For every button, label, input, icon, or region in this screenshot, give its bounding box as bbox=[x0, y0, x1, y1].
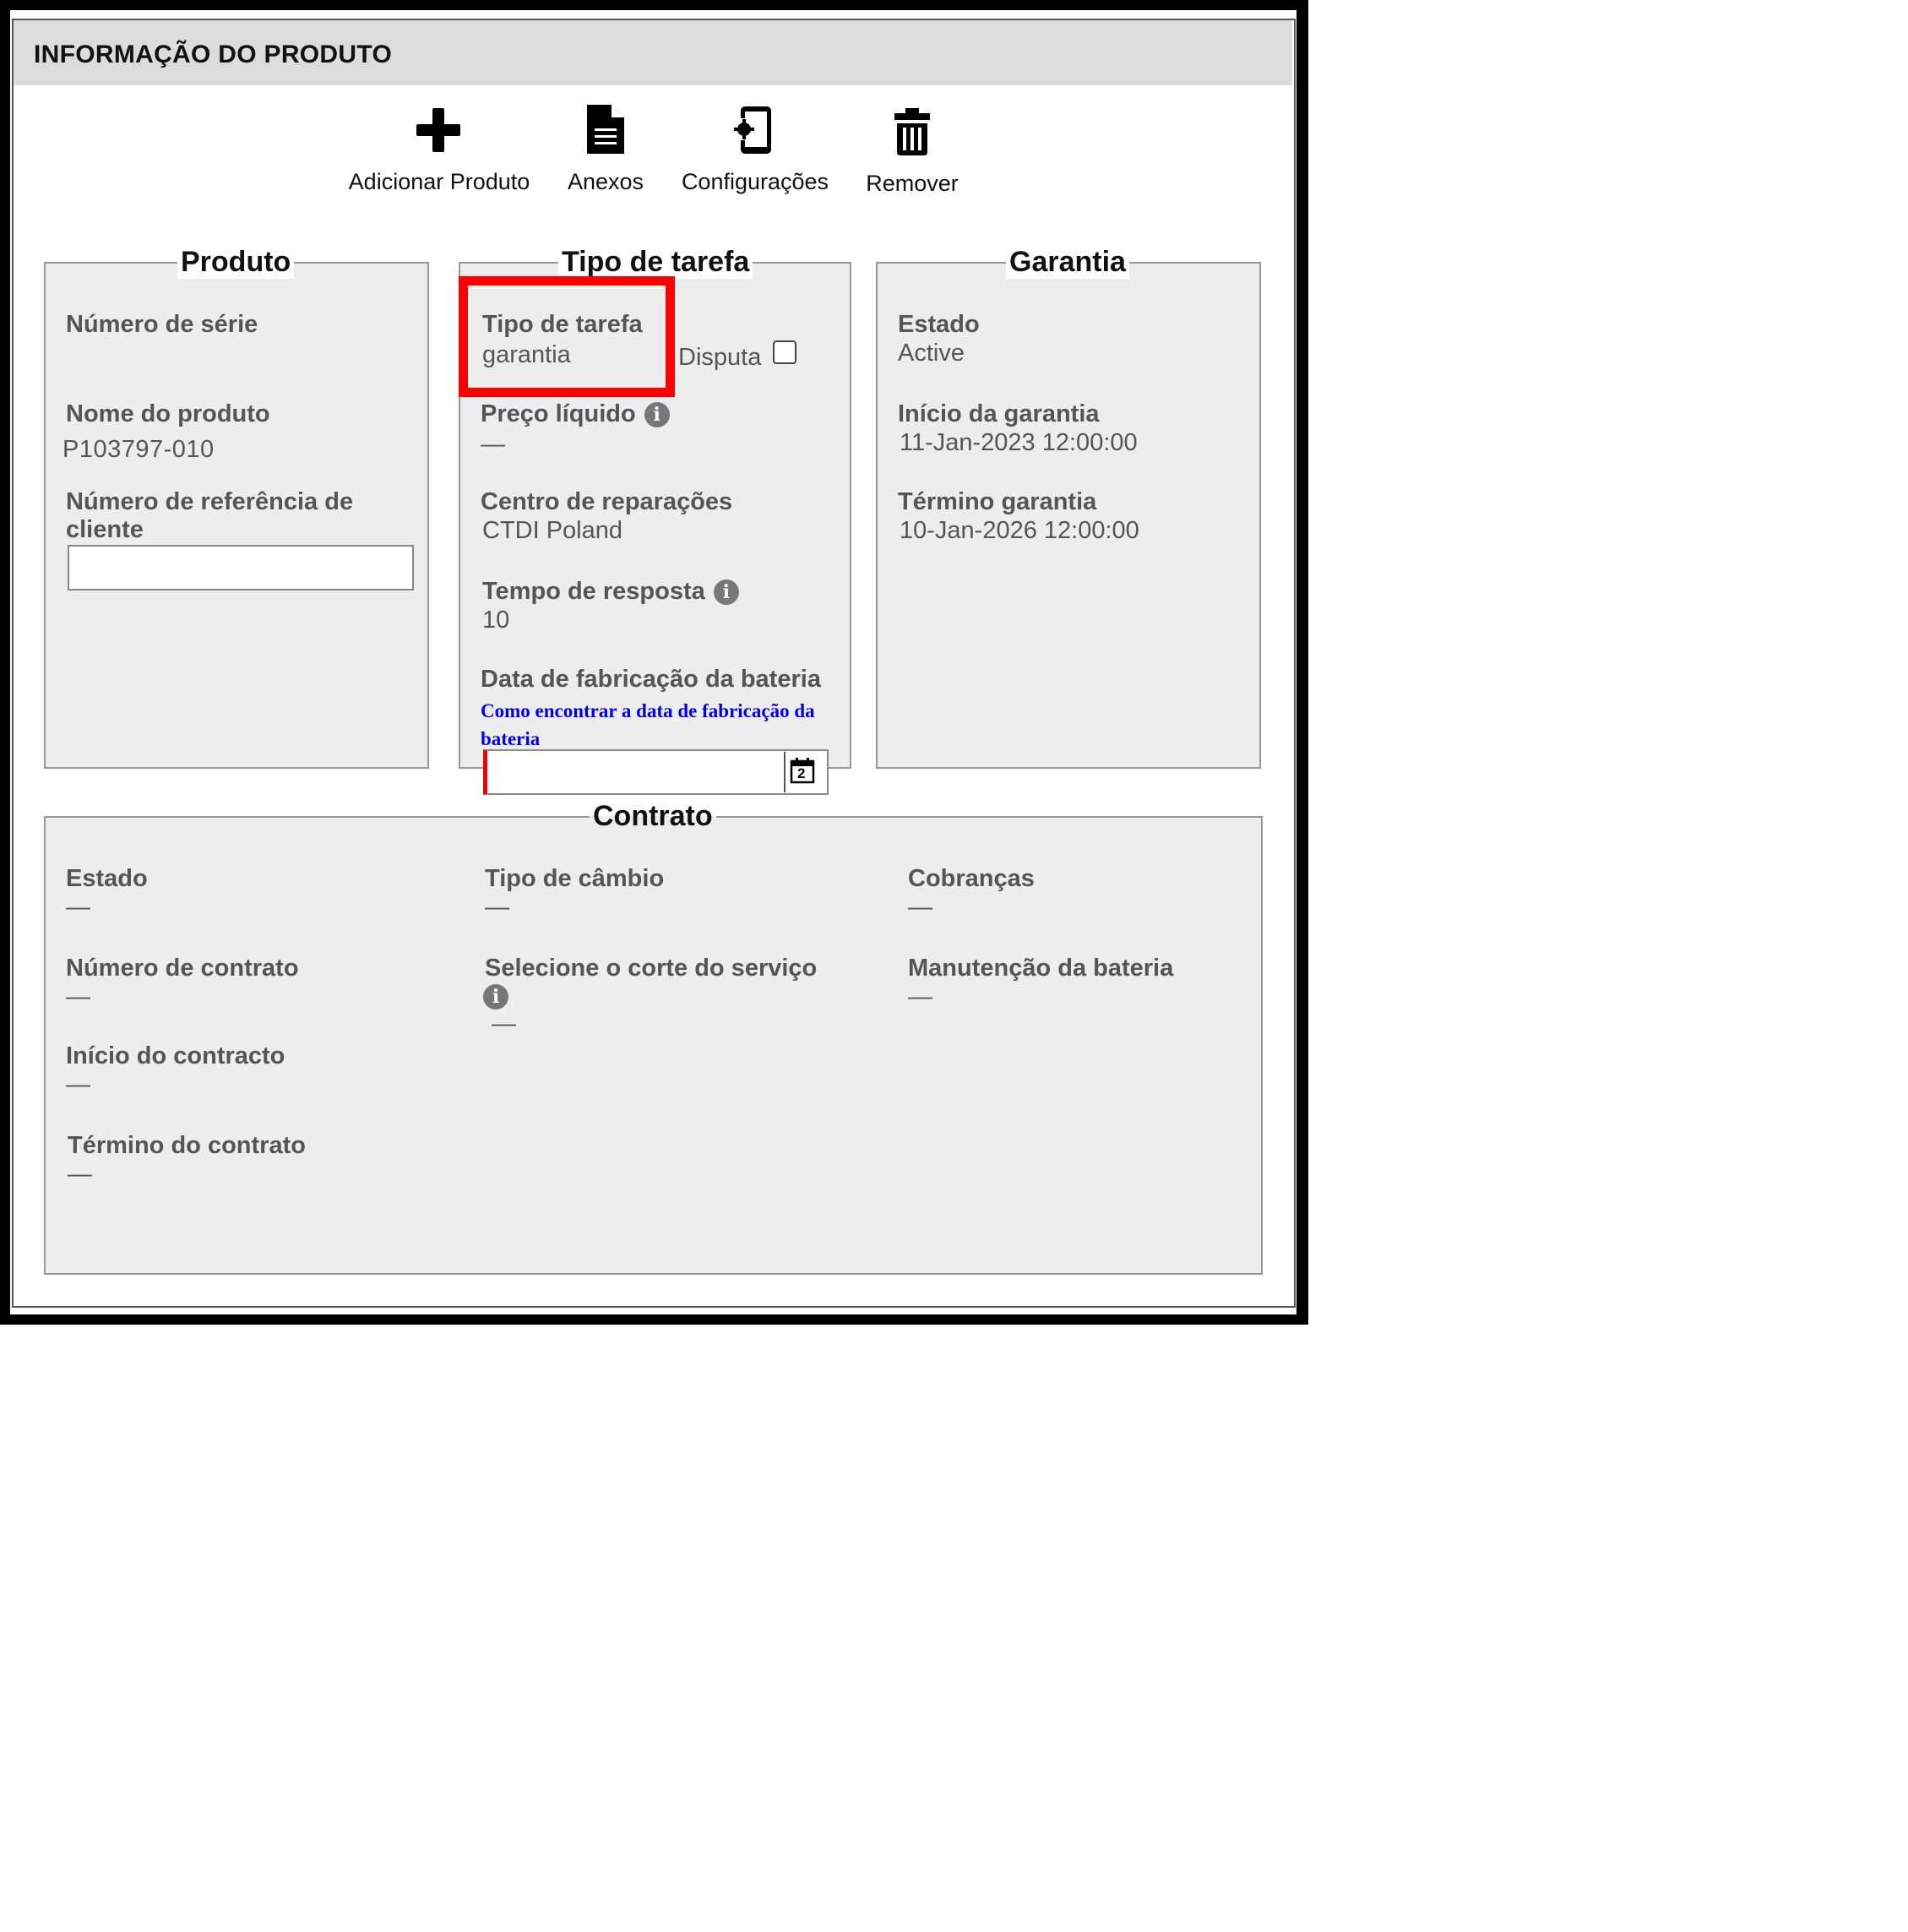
warranty-start-label: Início da garantia bbox=[898, 400, 1100, 427]
remove-label: Remover bbox=[866, 171, 959, 196]
repair-center-field: Centro de reparações CTDI Poland bbox=[481, 488, 732, 545]
contract-number-field: Número de contrato — bbox=[66, 955, 299, 1011]
battery-maintenance-label: Manutenção da bateria bbox=[908, 955, 1174, 982]
customer-reference-input[interactable] bbox=[68, 545, 414, 590]
contract-state-label: Estado bbox=[66, 865, 148, 892]
battery-date-input[interactable] bbox=[483, 749, 829, 795]
service-cutoff-label: Selecione o corte do serviço bbox=[485, 955, 818, 982]
warranty-start-field: Início da garantia 11-Jan-2023 12:00:00 bbox=[898, 400, 1138, 457]
serial-number-field: Número de série bbox=[66, 311, 258, 339]
highlight-box bbox=[459, 276, 675, 397]
contract-start-label: Início do contracto bbox=[66, 1042, 285, 1069]
service-cutoff-field: Selecione o corte do serviço i — bbox=[483, 955, 818, 1038]
device-settings-icon bbox=[734, 106, 771, 154]
section-header: INFORMAÇÃO DO PRODUTO bbox=[14, 20, 1292, 85]
charges-label: Cobranças bbox=[908, 865, 1035, 892]
battery-maintenance-value: — bbox=[908, 983, 932, 1010]
battery-maintenance-field: Manutenção da bateria — bbox=[908, 955, 1173, 1011]
customer-reference-field: Número de referência de cliente bbox=[66, 488, 404, 544]
section-title: INFORMAÇÃO DO PRODUTO bbox=[34, 41, 393, 68]
document-icon bbox=[587, 105, 624, 154]
contract-state-field: Estado — bbox=[66, 865, 148, 922]
charges-value: — bbox=[908, 894, 932, 921]
repair-center-value: CTDI Poland bbox=[482, 517, 623, 544]
attachments-button[interactable]: Anexos bbox=[563, 103, 649, 195]
warranty-start-value: 11-Jan-2023 12:00:00 bbox=[900, 429, 1138, 456]
product-name-value: P103797-010 bbox=[63, 436, 215, 463]
contract-start-value: — bbox=[66, 1071, 90, 1098]
response-time-label: Tempo de resposta bbox=[482, 578, 705, 605]
net-price-label: Preço líquido bbox=[481, 400, 636, 427]
warranty-end-field: Término garantia 10-Jan-2026 12:00:00 bbox=[898, 488, 1139, 545]
net-price-value: — bbox=[481, 431, 505, 458]
net-price-field: Preço líquido i — bbox=[481, 400, 670, 459]
garantia-panel: Garantia Estado Active Início da garanti… bbox=[876, 245, 1261, 769]
attachments-label: Anexos bbox=[567, 169, 644, 194]
warranty-end-value: 10-Jan-2026 12:00:00 bbox=[900, 517, 1139, 544]
add-product-label: Adicionar Produto bbox=[348, 169, 530, 194]
battery-date-help-link[interactable]: Como encontrar a data de fabricação da b… bbox=[481, 697, 835, 753]
serial-number-label: Número de série bbox=[66, 311, 258, 338]
garantia-legend: Garantia bbox=[1006, 245, 1129, 279]
calendar-day: 2 bbox=[797, 765, 806, 781]
customer-reference-label: Número de referência de cliente bbox=[66, 488, 354, 543]
produto-legend: Produto bbox=[177, 245, 295, 279]
warranty-state-label: Estado bbox=[898, 311, 980, 338]
info-icon[interactable]: i bbox=[644, 402, 670, 428]
battery-date-label: Data de fabricação da bateria bbox=[481, 666, 821, 693]
contract-start-field: Início do contracto — bbox=[66, 1042, 285, 1099]
info-icon[interactable]: i bbox=[713, 580, 739, 606]
product-name-field: Nome do produto P103797-010 bbox=[63, 400, 270, 464]
settings-button[interactable]: Configurações bbox=[676, 103, 834, 195]
contract-number-value: — bbox=[66, 983, 90, 1010]
response-time-field: Tempo de resposta i 10 bbox=[482, 578, 739, 634]
contract-state-value: — bbox=[66, 894, 90, 921]
settings-label: Configurações bbox=[681, 169, 829, 194]
trash-icon bbox=[894, 108, 930, 155]
contract-end-field: Término do contrato — bbox=[68, 1132, 306, 1189]
exchange-type-value: — bbox=[485, 894, 509, 921]
battery-date-field: Data de fabricação da bateria Como encon… bbox=[481, 666, 844, 753]
service-cutoff-value: — bbox=[492, 1010, 516, 1037]
dispute-checkbox[interactable] bbox=[773, 340, 796, 364]
dispute-field: Disputa bbox=[678, 343, 761, 372]
exchange-type-field: Tipo de câmbio — bbox=[485, 865, 664, 922]
warranty-state-field: Estado Active bbox=[898, 311, 980, 367]
calendar-icon[interactable]: 2 bbox=[790, 757, 815, 784]
contract-end-label: Término do contrato bbox=[68, 1132, 306, 1159]
response-time-value: 10 bbox=[482, 607, 510, 634]
plus-icon bbox=[416, 108, 460, 152]
product-name-label: Nome do produto bbox=[66, 400, 270, 427]
contract-end-value: — bbox=[68, 1161, 92, 1188]
remove-button[interactable]: Remover bbox=[860, 105, 965, 197]
dispute-label: Disputa bbox=[678, 344, 762, 371]
tipo-tarefa-legend: Tipo de tarefa bbox=[558, 245, 753, 279]
contrato-legend: Contrato bbox=[590, 799, 716, 833]
warranty-end-label: Término garantia bbox=[898, 488, 1097, 515]
add-product-button[interactable]: Adicionar Produto bbox=[345, 103, 534, 195]
input-divider bbox=[784, 752, 785, 792]
info-icon[interactable]: i bbox=[483, 984, 508, 1010]
charges-field: Cobranças — bbox=[908, 865, 1035, 922]
contract-number-label: Número de contrato bbox=[66, 955, 299, 982]
produto-panel: Produto Número de série Nome do produto … bbox=[44, 245, 429, 769]
warranty-state-value: Active bbox=[898, 340, 965, 367]
repair-center-label: Centro de reparações bbox=[481, 488, 733, 515]
contrato-panel: Contrato Estado — Número de contrato — I… bbox=[44, 799, 1263, 1275]
exchange-type-label: Tipo de câmbio bbox=[485, 865, 665, 892]
